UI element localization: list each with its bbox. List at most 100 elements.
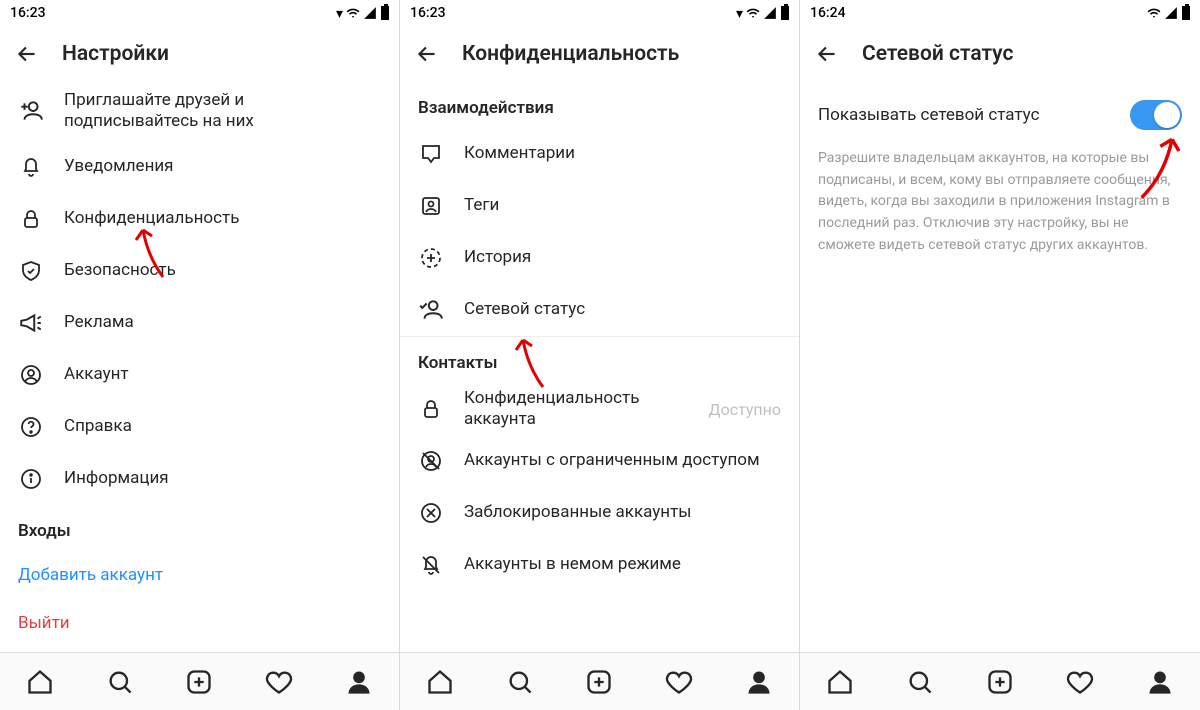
status-bar: 16:24 <box>800 0 1200 26</box>
screen-settings: 16:23 ▾ Настройки Приглашайте друзей и п… <box>0 0 400 710</box>
wifi-icon <box>345 6 361 20</box>
row-label: Аккаунт <box>64 364 129 385</box>
status-icons <box>1146 6 1190 20</box>
muted-icon <box>418 552 444 578</box>
nav-search-icon[interactable] <box>903 665 937 699</box>
wifi-icon <box>1146 6 1162 20</box>
clock: 16:24 <box>810 5 846 21</box>
nav-activity-icon[interactable] <box>262 665 296 699</box>
content: Приглашайте друзей и подписывайтесь на н… <box>0 82 399 652</box>
nav-search-icon[interactable] <box>103 665 137 699</box>
page-title: Сетевой статус <box>862 42 1013 66</box>
row-comments[interactable]: Комментарии <box>400 128 799 180</box>
row-label: Справка <box>64 416 132 437</box>
nav-search-icon[interactable] <box>503 665 537 699</box>
battery-icon <box>781 6 789 20</box>
shield-icon <box>18 258 44 284</box>
nav-profile-icon[interactable] <box>342 665 376 699</box>
megaphone-icon <box>18 310 44 336</box>
row-label: Аккаунты с ограниченным доступом <box>464 450 760 471</box>
row-restricted[interactable]: Аккаунты с ограниченным доступом <box>400 435 799 487</box>
row-label: Заблокированные аккаунты <box>464 502 691 523</box>
status-icons: ▾ <box>336 6 389 20</box>
toggle-row: Показывать сетевой статус <box>800 82 1200 138</box>
signal-icon <box>1164 6 1178 20</box>
row-account[interactable]: Аккаунт <box>0 349 399 401</box>
row-label: Безопасность <box>64 260 176 281</box>
row-label: Комментарии <box>464 143 575 164</box>
nav-add-icon[interactable] <box>182 665 216 699</box>
bottom-nav <box>400 652 799 710</box>
description: Разрешите владельцам аккаунтов, на котор… <box>800 138 1200 256</box>
row-ads[interactable]: Реклама <box>0 297 399 349</box>
signal-icon <box>363 6 377 20</box>
row-label: Реклама <box>64 312 134 333</box>
row-story[interactable]: История <box>400 232 799 284</box>
row-label: Теги <box>464 195 499 216</box>
toggle-switch[interactable] <box>1130 100 1182 130</box>
caret-icon: ▾ <box>736 7 743 21</box>
nav-home-icon[interactable] <box>823 665 857 699</box>
row-security[interactable]: Безопасность <box>0 245 399 297</box>
row-muted[interactable]: Аккаунты в немом режиме <box>400 539 799 591</box>
nav-add-icon[interactable] <box>582 665 616 699</box>
battery-icon <box>381 6 389 20</box>
add-user-icon <box>18 98 44 124</box>
bottom-nav <box>800 652 1200 710</box>
content: Показывать сетевой статус Разрешите влад… <box>800 82 1200 652</box>
activity-icon <box>418 297 444 323</box>
row-invite-friends[interactable]: Приглашайте друзей и подписывайтесь на н… <box>0 82 399 141</box>
row-label: Конфиденциальность аккаунта <box>464 388 689 431</box>
nav-activity-icon[interactable] <box>1063 665 1097 699</box>
battery-icon <box>1182 6 1190 20</box>
link-logout[interactable]: Выйти <box>0 599 399 647</box>
user-icon <box>18 362 44 388</box>
row-label: Конфиденциальность <box>64 208 239 229</box>
nav-add-icon[interactable] <box>983 665 1017 699</box>
nav-activity-icon[interactable] <box>662 665 696 699</box>
screen-privacy: 16:23 ▾ Конфиденциальность Взаимодействи… <box>400 0 800 710</box>
header: Конфиденциальность <box>400 26 799 82</box>
lock-icon <box>418 396 444 422</box>
signal-icon <box>763 6 777 20</box>
header: Настройки <box>0 26 399 82</box>
link-add-account[interactable]: Добавить аккаунт <box>0 551 399 599</box>
content: Взаимодействия Комментарии Теги История … <box>400 82 799 652</box>
status-icons: ▾ <box>736 6 789 20</box>
status-bar: 16:23 ▾ <box>0 0 399 26</box>
story-icon <box>418 245 444 271</box>
row-trailing: Доступно <box>709 400 781 419</box>
screen-activity-status: 16:24 Сетевой статус Показывать сетевой … <box>800 0 1200 710</box>
row-tags[interactable]: Теги <box>400 180 799 232</box>
row-notifications[interactable]: Уведомления <box>0 141 399 193</box>
lock-icon <box>18 206 44 232</box>
back-icon[interactable] <box>814 41 840 67</box>
page-title: Конфиденциальность <box>462 42 679 66</box>
restricted-icon <box>418 448 444 474</box>
clock: 16:23 <box>410 5 446 21</box>
row-label: Уведомления <box>64 156 174 177</box>
nav-profile-icon[interactable] <box>1143 665 1177 699</box>
comment-icon <box>418 141 444 167</box>
row-label: История <box>464 247 531 268</box>
status-bar: 16:23 ▾ <box>400 0 799 26</box>
nav-home-icon[interactable] <box>23 665 57 699</box>
row-blocked[interactable]: Заблокированные аккаунты <box>400 487 799 539</box>
caret-icon: ▾ <box>336 7 343 21</box>
nav-profile-icon[interactable] <box>742 665 776 699</box>
row-account-privacy[interactable]: Конфиденциальность аккаунта Доступно <box>400 383 799 435</box>
row-label: Аккаунты в немом режиме <box>464 554 681 575</box>
row-about[interactable]: Информация <box>0 453 399 505</box>
info-icon <box>18 466 44 492</box>
back-icon[interactable] <box>414 41 440 67</box>
nav-home-icon[interactable] <box>423 665 457 699</box>
section-contacts: Контакты <box>400 337 799 383</box>
back-icon[interactable] <box>14 41 40 67</box>
header: Сетевой статус <box>800 26 1200 82</box>
bell-icon <box>18 154 44 180</box>
row-activity-status[interactable]: Сетевой статус <box>400 284 799 336</box>
row-privacy[interactable]: Конфиденциальность <box>0 193 399 245</box>
row-label: Сетевой статус <box>464 299 585 320</box>
row-help[interactable]: Справка <box>0 401 399 453</box>
row-label: Информация <box>64 468 169 489</box>
